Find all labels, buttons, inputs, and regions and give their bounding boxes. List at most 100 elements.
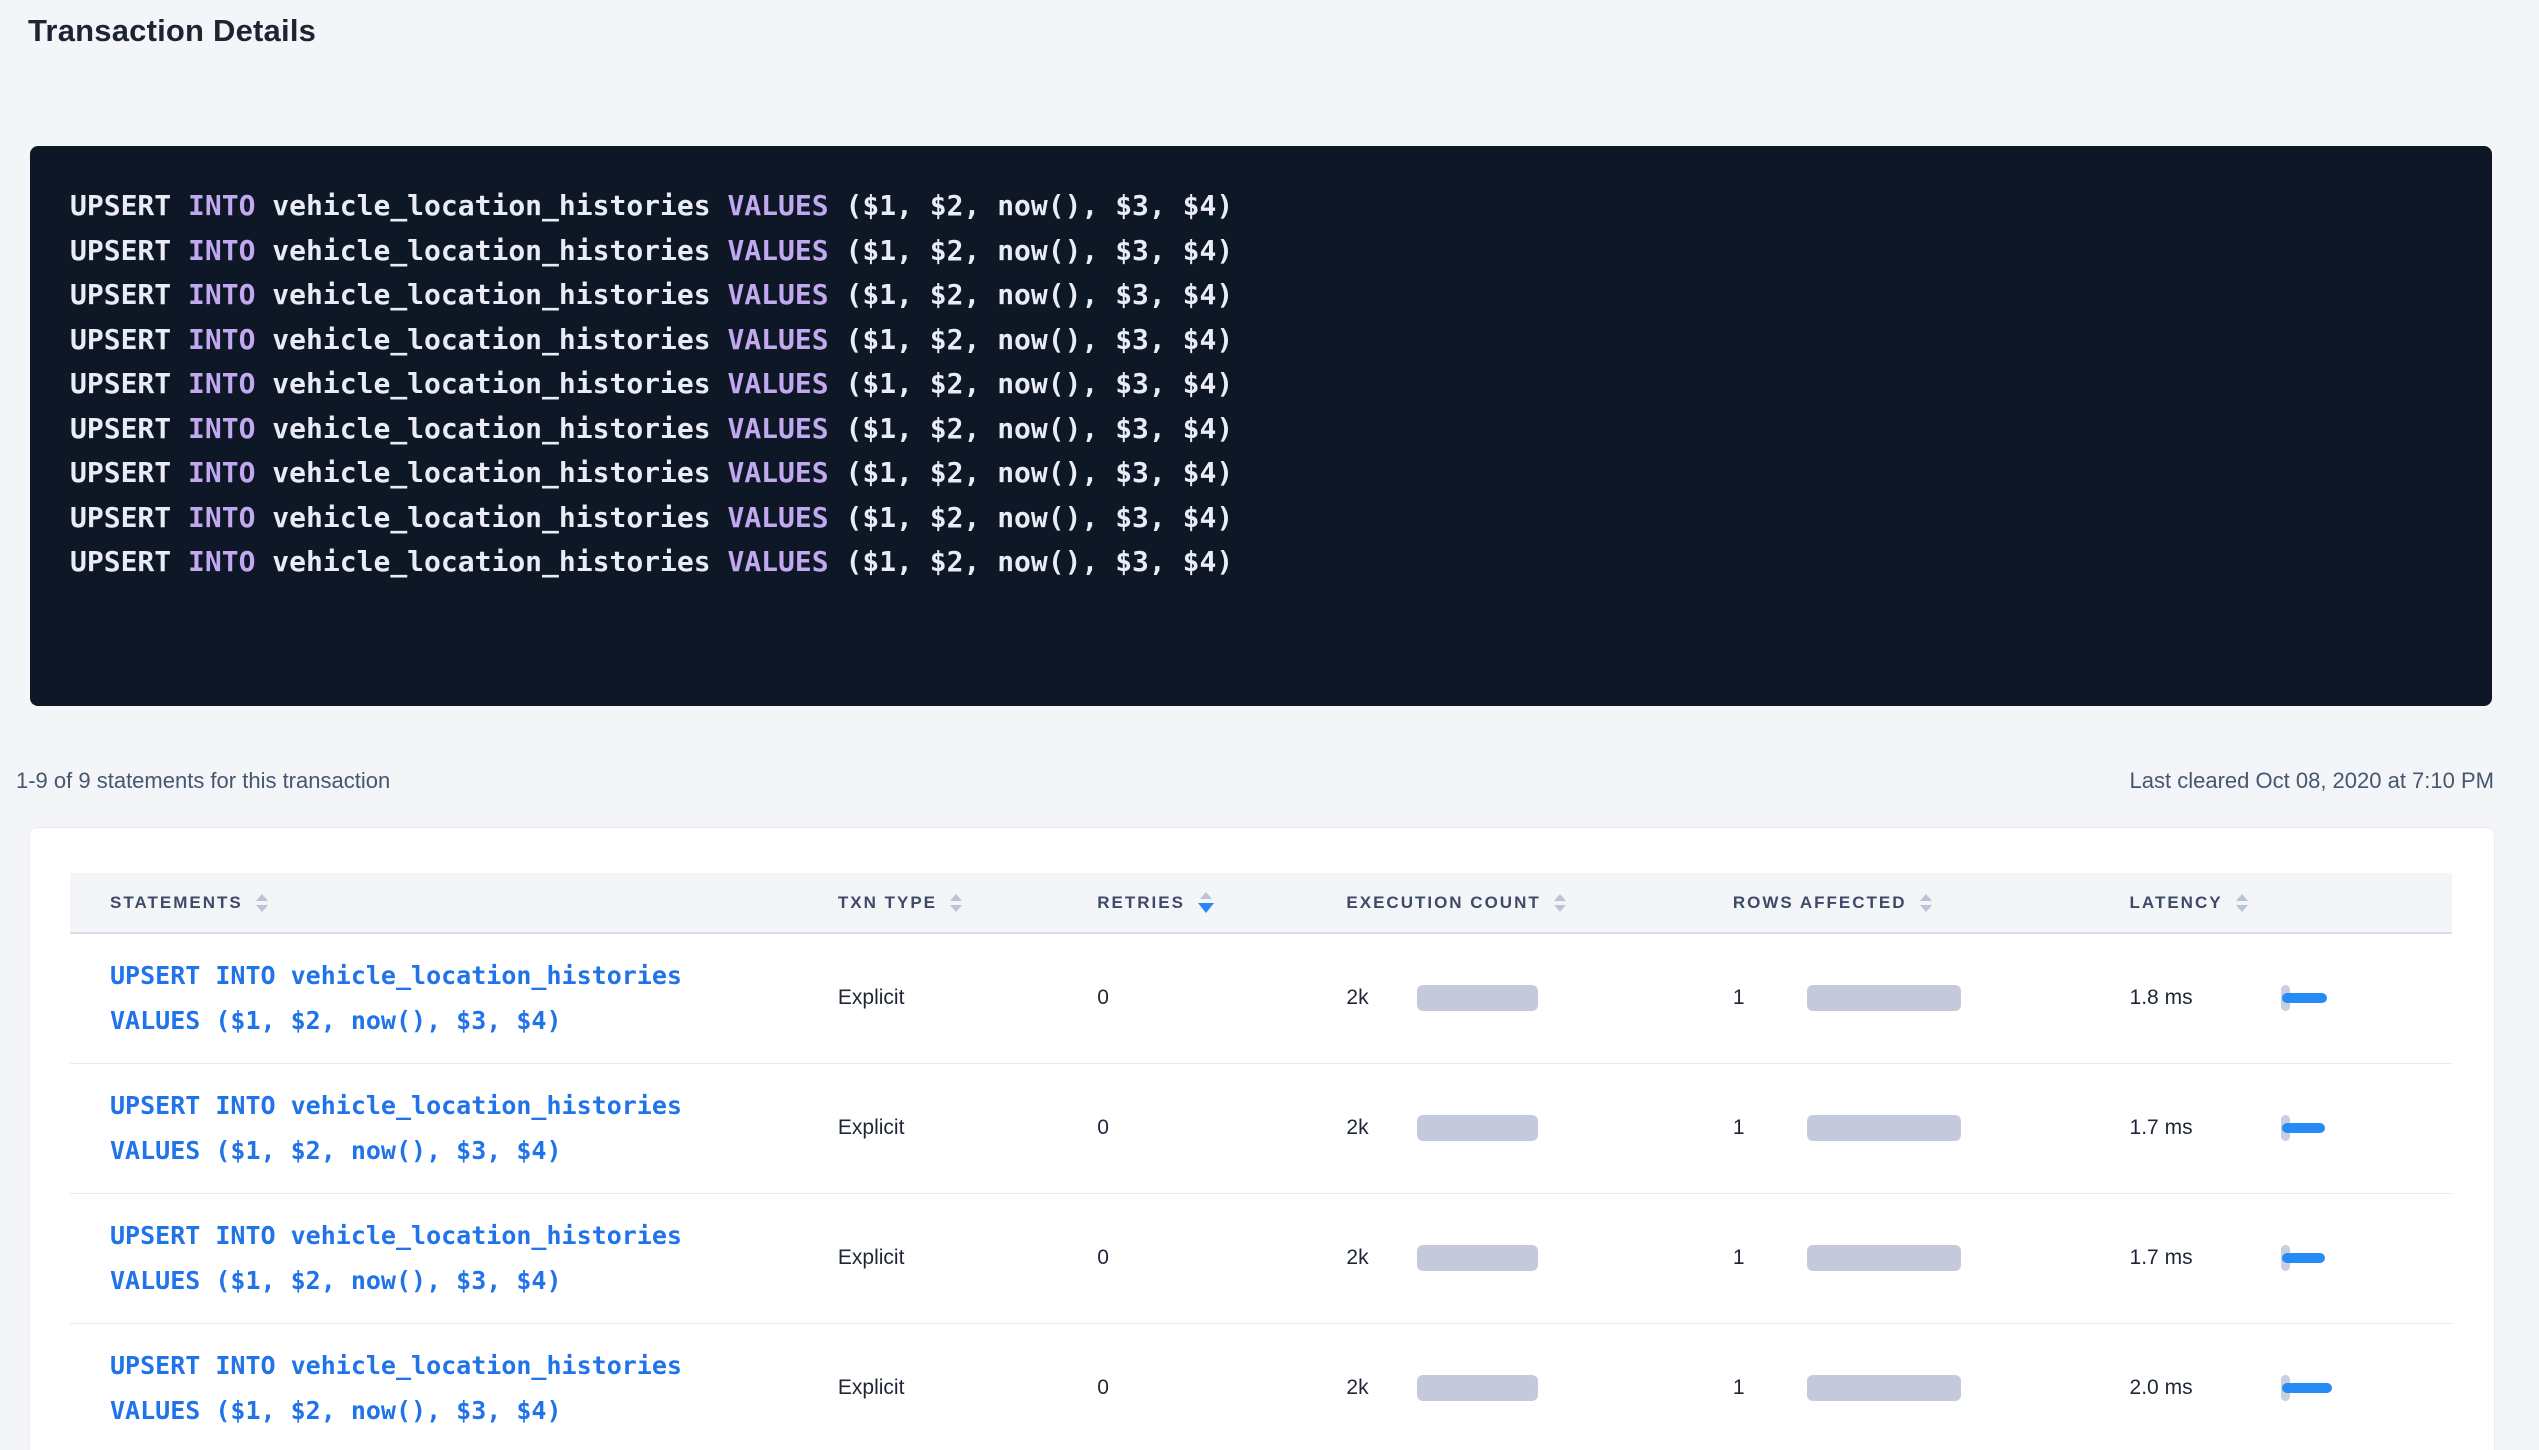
sort-asc-icon[interactable]: [2236, 894, 2248, 901]
statement-link[interactable]: UPSERT INTO vehicle_location_historiesVA…: [110, 1213, 838, 1303]
latency-bar-chart: [2281, 1245, 2371, 1271]
retries-value: 0: [1097, 986, 1109, 1009]
sort-arrows-icon[interactable]: [1554, 894, 1566, 912]
txn-type-value: Explicit: [838, 1246, 905, 1269]
statement-cell: UPSERT INTO vehicle_location_historiesVA…: [70, 1193, 838, 1323]
txn-type-value: Explicit: [838, 1376, 905, 1399]
sort-asc-icon[interactable]: [1200, 892, 1212, 899]
txn-type-value: Explicit: [838, 986, 905, 1009]
column-header-rows-affected[interactable]: ROWS AFFECTED: [1733, 873, 2130, 933]
sql-code-line: UPSERT INTO vehicle_location_histories V…: [70, 184, 2452, 229]
execution-count-bar: [1417, 1115, 1538, 1141]
sort-arrows-icon[interactable]: [1198, 892, 1214, 913]
column-header-latency[interactable]: LATENCY: [2130, 873, 2452, 933]
sort-desc-icon[interactable]: [2236, 905, 2248, 912]
execution-count-cell: 2k: [1346, 1063, 1732, 1193]
statement-link-line: VALUES ($1, $2, now(), $3, $4): [110, 1258, 838, 1303]
rows-affected-value: 1: [1733, 1116, 1807, 1140]
sort-desc-icon[interactable]: [256, 905, 268, 912]
rows-affected-value: 1: [1733, 1376, 1807, 1400]
execution-count-bar: [1417, 1375, 1538, 1401]
sort-asc-icon[interactable]: [950, 894, 962, 901]
rows-affected-value: 1: [1733, 1246, 1807, 1270]
statement-link-line: UPSERT INTO vehicle_location_histories: [110, 1083, 838, 1128]
rows-affected-bar: [1807, 1375, 1961, 1401]
txn-type-value: Explicit: [838, 1116, 905, 1139]
rows-affected-bar: [1807, 1115, 1961, 1141]
sort-asc-icon[interactable]: [256, 894, 268, 901]
retries-cell: 0: [1097, 933, 1346, 1063]
statement-link-line: VALUES ($1, $2, now(), $3, $4): [110, 1388, 838, 1433]
column-header-label: ROWS AFFECTED: [1733, 893, 1907, 913]
summary-bar: 1-9 of 9 statements for this transaction…: [16, 768, 2494, 794]
sql-statement-lines: UPSERT INTO vehicle_location_histories V…: [70, 184, 2452, 585]
column-header-label: TXN TYPE: [838, 893, 937, 913]
sql-code-line: UPSERT INTO vehicle_location_histories V…: [70, 362, 2452, 407]
statements-table: STATEMENTS TXN TYPE RETRIESEXECUTION COUNT…: [70, 873, 2452, 1450]
execution-count-cell: 2k: [1346, 933, 1732, 1063]
latency-bar-chart: [2281, 985, 2371, 1011]
column-header-txn-type[interactable]: TXN TYPE: [838, 873, 1097, 933]
column-header-label: EXECUTION COUNT: [1346, 893, 1540, 913]
sql-code-line: UPSERT INTO vehicle_location_histories V…: [70, 318, 2452, 363]
column-header-statements[interactable]: STATEMENTS: [70, 873, 838, 933]
sql-code-line: UPSERT INTO vehicle_location_histories V…: [70, 407, 2452, 452]
latency-value: 2.0 ms: [2130, 1376, 2281, 1400]
retries-value: 0: [1097, 1376, 1109, 1399]
execution-count-value: 2k: [1346, 1246, 1417, 1270]
column-header-retries[interactable]: RETRIES: [1097, 873, 1346, 933]
statement-link-line: UPSERT INTO vehicle_location_histories: [110, 1213, 838, 1258]
execution-count-bar: [1417, 985, 1538, 1011]
sort-arrows-icon[interactable]: [256, 894, 268, 912]
table-row: UPSERT INTO vehicle_location_historiesVA…: [70, 1323, 2452, 1450]
execution-count-value: 2k: [1346, 1116, 1417, 1140]
latency-bar: [2282, 1383, 2332, 1393]
sort-desc-icon[interactable]: [1554, 905, 1566, 912]
table-header-row: STATEMENTS TXN TYPE RETRIESEXECUTION COUNT…: [70, 873, 2452, 933]
execution-count-value: 2k: [1346, 1376, 1417, 1400]
execution-count-cell: 2k: [1346, 1323, 1732, 1450]
sort-arrows-icon[interactable]: [2236, 894, 2248, 912]
sort-arrows-icon[interactable]: [950, 894, 962, 912]
sort-asc-icon[interactable]: [1920, 894, 1932, 901]
txn-type-cell: Explicit: [838, 1063, 1097, 1193]
column-header-label: STATEMENTS: [110, 893, 243, 913]
sql-code-line: UPSERT INTO vehicle_location_histories V…: [70, 540, 2452, 585]
sql-code-line: UPSERT INTO vehicle_location_histories V…: [70, 273, 2452, 318]
latency-bar: [2282, 993, 2327, 1003]
retries-value: 0: [1097, 1116, 1109, 1139]
latency-bar: [2282, 1123, 2325, 1133]
retries-cell: 0: [1097, 1193, 1346, 1323]
sort-desc-icon[interactable]: [1198, 903, 1214, 913]
latency-cell: 1.7 ms: [2130, 1063, 2452, 1193]
table-row: UPSERT INTO vehicle_location_historiesVA…: [70, 933, 2452, 1063]
sql-code-line: UPSERT INTO vehicle_location_histories V…: [70, 496, 2452, 541]
sort-arrows-icon[interactable]: [1920, 894, 1932, 912]
rows-affected-value: 1: [1733, 986, 1807, 1010]
column-header-label: LATENCY: [2130, 893, 2223, 913]
table-row: UPSERT INTO vehicle_location_historiesVA…: [70, 1193, 2452, 1323]
latency-bar: [2282, 1253, 2325, 1263]
txn-type-cell: Explicit: [838, 933, 1097, 1063]
execution-count-cell: 2k: [1346, 1193, 1732, 1323]
rows-affected-cell: 1: [1733, 1323, 2130, 1450]
statement-link-line: UPSERT INTO vehicle_location_histories: [110, 1343, 838, 1388]
statement-link[interactable]: UPSERT INTO vehicle_location_historiesVA…: [110, 953, 838, 1043]
sort-desc-icon[interactable]: [1920, 905, 1932, 912]
latency-value: 1.7 ms: [2130, 1246, 2281, 1270]
rows-affected-cell: 1: [1733, 1063, 2130, 1193]
statement-link[interactable]: UPSERT INTO vehicle_location_historiesVA…: [110, 1343, 838, 1433]
retries-value: 0: [1097, 1246, 1109, 1269]
statement-link-line: UPSERT INTO vehicle_location_histories: [110, 953, 838, 998]
statements-count-summary: 1-9 of 9 statements for this transaction: [16, 768, 390, 794]
statement-link-line: VALUES ($1, $2, now(), $3, $4): [110, 1128, 838, 1173]
rows-affected-cell: 1: [1733, 1193, 2130, 1323]
retries-cell: 0: [1097, 1063, 1346, 1193]
sort-asc-icon[interactable]: [1554, 894, 1566, 901]
sql-code-line: UPSERT INTO vehicle_location_histories V…: [70, 229, 2452, 274]
last-cleared-text: Last cleared Oct 08, 2020 at 7:10 PM: [2130, 768, 2494, 794]
column-header-execution-count[interactable]: EXECUTION COUNT: [1346, 873, 1732, 933]
sort-desc-icon[interactable]: [950, 905, 962, 912]
transaction-details-page: Transaction Details UPSERT INTO vehicle_…: [0, 0, 2539, 1450]
statement-link[interactable]: UPSERT INTO vehicle_location_historiesVA…: [110, 1083, 838, 1173]
